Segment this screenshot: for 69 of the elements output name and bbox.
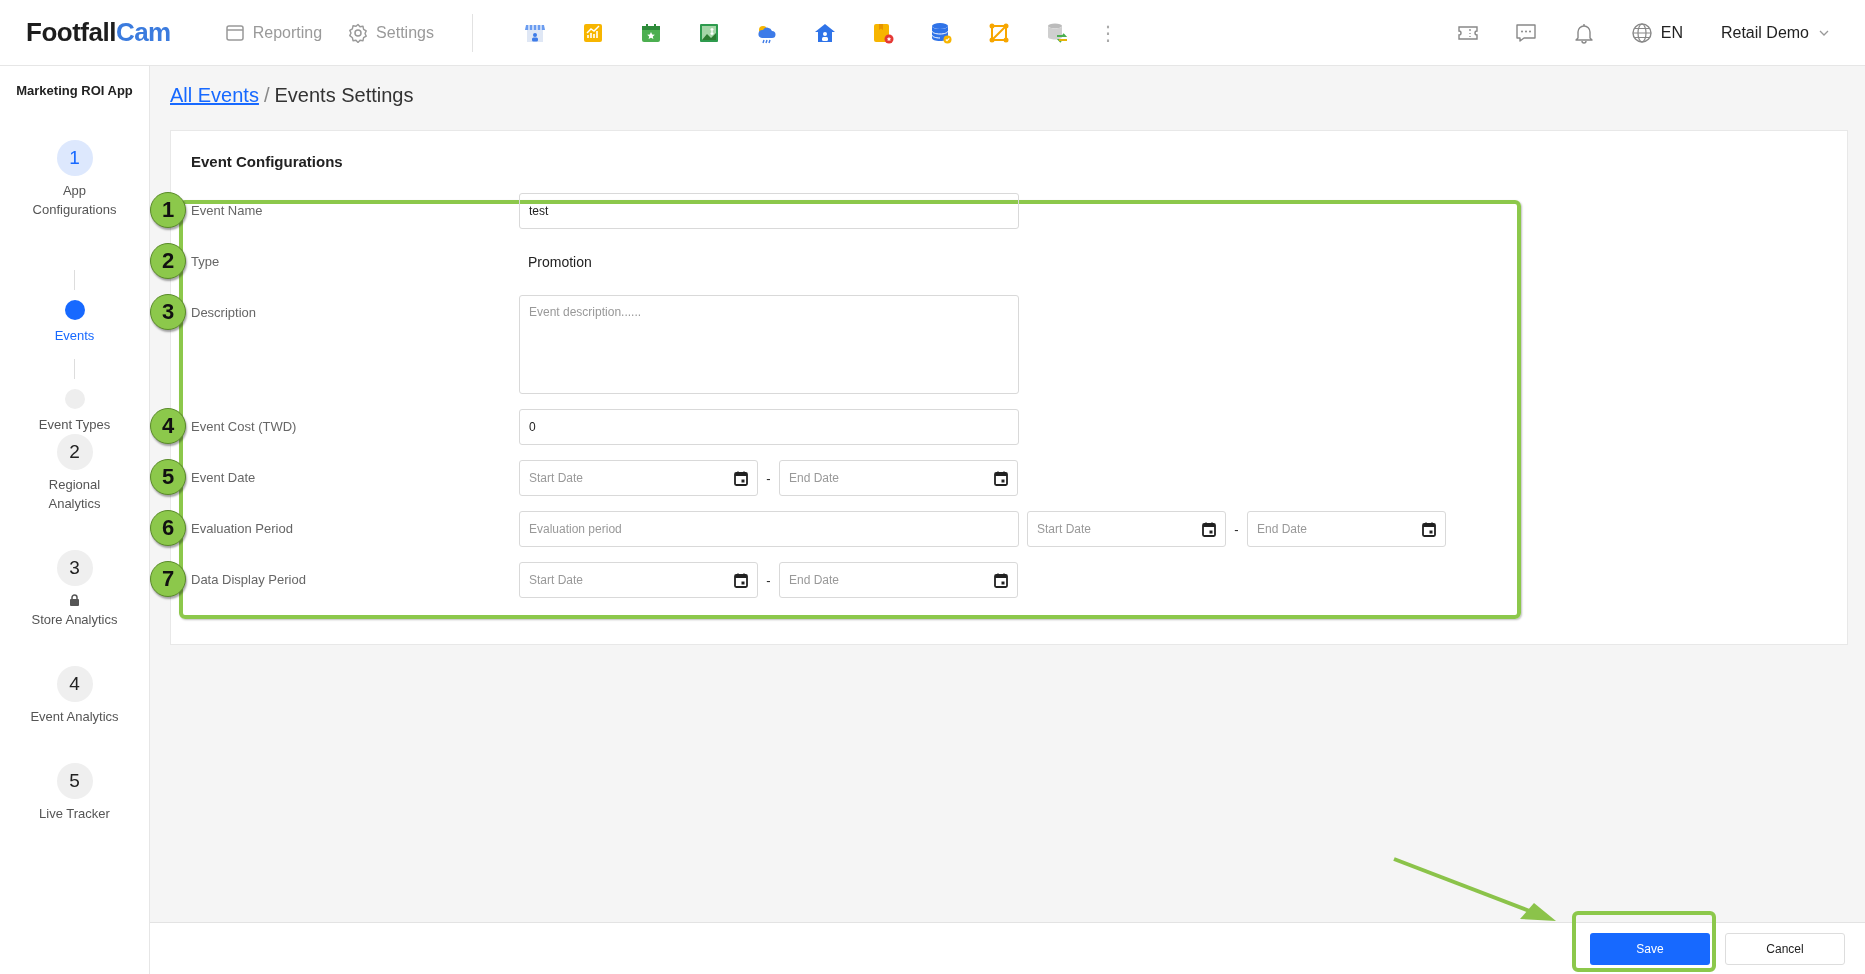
save-button[interactable]: Save (1590, 932, 1710, 965)
callout-badge: 2 (150, 243, 186, 279)
step-label[interactable]: Store Analytics (24, 610, 125, 629)
date-field[interactable]: Start Date (1027, 511, 1226, 547)
description-field[interactable]: Event description...... (519, 295, 1019, 394)
date-input[interactable]: End Date (1257, 522, 1422, 536)
field-label: Description (191, 304, 258, 322)
settings-icon (348, 22, 369, 43)
input-field[interactable]: Evaluation period (519, 511, 1019, 547)
step-label[interactable]: Events (54, 327, 95, 345)
input-field[interactable]: 0 (519, 409, 1019, 445)
input-field[interactable]: test (519, 193, 1019, 229)
step-label[interactable]: Event Analytics (24, 707, 125, 726)
date-field[interactable]: End Date (779, 460, 1018, 496)
calendar-icon (1422, 521, 1436, 537)
cancel-button[interactable]: Cancel (1725, 932, 1845, 965)
field-label: Event Name (191, 202, 264, 220)
field-value: Promotion (527, 253, 592, 272)
step-dot[interactable] (64, 300, 85, 320)
language-selector[interactable]: EN (1630, 21, 1683, 44)
date-input[interactable]: Start Date (529, 471, 734, 485)
calendar-icon (734, 470, 748, 486)
field-label: Evaluation Period (191, 520, 294, 538)
date-input[interactable]: Start Date (1037, 522, 1202, 536)
user-menu[interactable]: Retail Demo (1720, 23, 1829, 42)
field-label: Type (191, 253, 221, 271)
range-dash: - (1233, 521, 1240, 537)
bell-icon[interactable] (1572, 21, 1595, 44)
calendar-icon (994, 470, 1008, 486)
callout-badge: 5 (150, 459, 186, 495)
chevron-down-icon (1819, 29, 1829, 36)
range-dash: - (765, 470, 772, 486)
calendar-icon (994, 572, 1008, 588)
date-field[interactable]: End Date (1247, 511, 1446, 547)
globe-icon (1630, 21, 1653, 44)
step-number[interactable]: 4 (56, 666, 93, 702)
field-label: Data Display Period (191, 571, 307, 589)
breadcrumb-link[interactable]: All Events (170, 84, 259, 107)
step-number[interactable]: 2 (56, 434, 93, 470)
step-number[interactable]: 3 (56, 550, 93, 586)
logo: FootfallCam (26, 17, 171, 48)
date-field[interactable]: Start Date (519, 460, 758, 496)
date-field[interactable]: Start Date (519, 562, 758, 598)
breadcrumb-current: Events Settings (274, 84, 414, 107)
range-dash: - (765, 572, 772, 588)
date-input[interactable]: Start Date (529, 573, 734, 587)
date-field[interactable]: End Date (779, 562, 1018, 598)
chat-icon[interactable] (1514, 21, 1537, 44)
callout-badge: 1 (150, 192, 186, 228)
step-label[interactable]: Event Types (38, 416, 111, 434)
window-icon (224, 22, 245, 43)
step-label[interactable]: Regional Analytics (24, 475, 125, 513)
step-label[interactable]: Live Tracker (24, 804, 125, 823)
step-number[interactable]: 5 (56, 763, 93, 799)
date-input[interactable]: End Date (789, 471, 994, 485)
calendar-icon (734, 572, 748, 588)
date-input[interactable]: End Date (789, 573, 994, 587)
field-label: Event Cost (TWD) (191, 418, 298, 436)
calendar-icon (1202, 521, 1216, 537)
breadcrumb-separator: / (263, 84, 270, 107)
sidebar-title: Marketing ROI App (16, 83, 133, 99)
callout-badge: 3 (150, 294, 186, 330)
card-title: Event Configurations (191, 153, 344, 170)
step-number[interactable]: 1 (56, 140, 93, 176)
callout-badge: 6 (150, 510, 186, 546)
callout-badge: 4 (150, 408, 186, 444)
field-label: Event Date (191, 469, 257, 487)
callout-badge: 7 (150, 561, 186, 597)
step-label[interactable]: App Configurations (24, 181, 125, 219)
